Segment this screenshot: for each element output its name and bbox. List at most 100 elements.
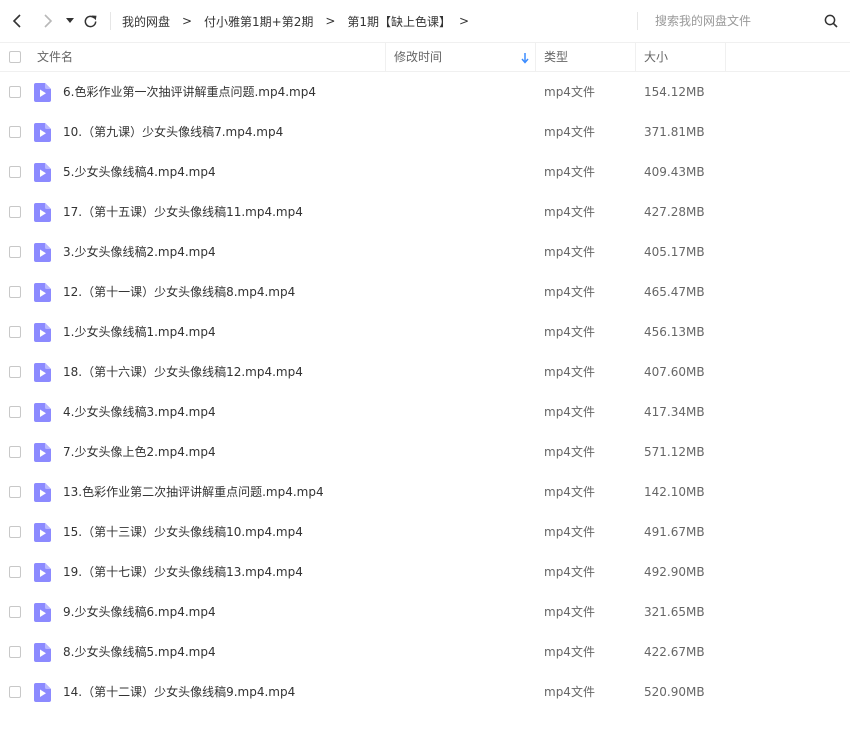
file-size: 409.43MB: [644, 165, 705, 179]
chevron-right-icon: [44, 14, 53, 28]
breadcrumb-item-current[interactable]: 第1期【缺上色课】: [347, 13, 451, 30]
file-checkbox[interactable]: [9, 326, 21, 338]
file-name[interactable]: 18.（第十六课）少女头像线稿12.mp4.mp4: [63, 352, 303, 392]
file-type: mp4文件: [544, 165, 595, 179]
file-checkbox[interactable]: [9, 566, 21, 578]
file-row[interactable]: 4.少女头像线稿3.mp4.mp4 mp4文件 417.34MB: [0, 392, 850, 432]
breadcrumb-item-root[interactable]: 我的网盘: [122, 13, 170, 30]
file-checkbox[interactable]: [9, 646, 21, 658]
file-browser-window: 我的网盘 > 付小雅第1期+第2期 > 第1期【缺上色课】 > 文件名 修改时间: [0, 0, 850, 749]
file-name[interactable]: 17.（第十五课）少女头像线稿11.mp4.mp4: [63, 192, 303, 232]
file-checkbox[interactable]: [9, 366, 21, 378]
file-name[interactable]: 1.少女头像线稿1.mp4.mp4: [63, 312, 216, 352]
file-size: 321.65MB: [644, 605, 705, 619]
file-size: 456.13MB: [644, 325, 705, 339]
file-name[interactable]: 14.（第十二课）少女头像线稿9.mp4.mp4: [63, 672, 295, 712]
file-size: 407.60MB: [644, 365, 705, 379]
file-name[interactable]: 10.（第九课）少女头像线稿7.mp4.mp4: [63, 112, 283, 152]
chevron-left-icon: [12, 14, 21, 28]
search-divider: [637, 12, 638, 30]
file-size: 491.67MB: [644, 525, 705, 539]
file-checkbox[interactable]: [9, 606, 21, 618]
breadcrumb-separator: >: [458, 14, 470, 28]
forward-button[interactable]: [37, 11, 57, 31]
file-name[interactable]: 15.（第十三课）少女头像线稿10.mp4.mp4: [63, 512, 303, 552]
file-checkbox[interactable]: [9, 446, 21, 458]
file-name[interactable]: 8.少女头像线稿5.mp4.mp4: [63, 632, 216, 672]
file-row[interactable]: 5.少女头像线稿4.mp4.mp4 mp4文件 409.43MB: [0, 152, 850, 192]
file-checkbox[interactable]: [9, 686, 21, 698]
column-header-name[interactable]: 文件名: [29, 43, 386, 71]
file-type: mp4文件: [544, 645, 595, 659]
file-type: mp4文件: [544, 245, 595, 259]
file-name[interactable]: 4.少女头像线稿3.mp4.mp4: [63, 392, 216, 432]
file-row[interactable]: 6.色彩作业第一次抽评讲解重点问题.mp4.mp4 mp4文件 154.12MB: [0, 72, 850, 112]
video-file-icon: [34, 283, 51, 302]
file-checkbox[interactable]: [9, 86, 21, 98]
breadcrumb-item-parent[interactable]: 付小雅第1期+第2期: [204, 13, 313, 30]
select-all-checkbox[interactable]: [9, 51, 21, 63]
file-type: mp4文件: [544, 85, 595, 99]
file-name[interactable]: 3.少女头像线稿2.mp4.mp4: [63, 232, 216, 272]
breadcrumb: 我的网盘 > 付小雅第1期+第2期 > 第1期【缺上色课】 >: [122, 0, 477, 42]
file-type: mp4文件: [544, 445, 595, 459]
history-dropdown-button[interactable]: [62, 11, 78, 31]
video-file-icon: [34, 363, 51, 382]
file-checkbox[interactable]: [9, 206, 21, 218]
video-file-icon: [34, 83, 51, 102]
file-row[interactable]: 1.少女头像线稿1.mp4.mp4 mp4文件 456.13MB: [0, 312, 850, 352]
search-button[interactable]: [822, 12, 840, 30]
video-file-icon: [34, 323, 51, 342]
file-name[interactable]: 12.（第十一课）少女头像线稿8.mp4.mp4: [63, 272, 295, 312]
refresh-button[interactable]: [80, 11, 100, 31]
file-row[interactable]: 13.色彩作业第二次抽评讲解重点问题.mp4.mp4 mp4文件 142.10M…: [0, 472, 850, 512]
search-input[interactable]: [648, 11, 815, 31]
file-checkbox[interactable]: [9, 486, 21, 498]
file-checkbox[interactable]: [9, 526, 21, 538]
file-type: mp4文件: [544, 405, 595, 419]
file-type: mp4文件: [544, 565, 595, 579]
column-header-modified[interactable]: 修改时间: [386, 43, 536, 71]
file-row[interactable]: 3.少女头像线稿2.mp4.mp4 mp4文件 405.17MB: [0, 232, 850, 272]
file-row[interactable]: 12.（第十一课）少女头像线稿8.mp4.mp4 mp4文件 465.47MB: [0, 272, 850, 312]
toolbar-divider: [110, 12, 111, 30]
file-checkbox[interactable]: [9, 166, 21, 178]
video-file-icon: [34, 163, 51, 182]
file-name[interactable]: 19.（第十七课）少女头像线稿13.mp4.mp4: [63, 552, 303, 592]
refresh-icon: [84, 15, 96, 27]
file-size: 405.17MB: [644, 245, 705, 259]
file-name[interactable]: 6.色彩作业第一次抽评讲解重点问题.mp4.mp4: [63, 72, 316, 112]
file-row[interactable]: 19.（第十七课）少女头像线稿13.mp4.mp4 mp4文件 492.90MB: [0, 552, 850, 592]
file-checkbox[interactable]: [9, 246, 21, 258]
file-row[interactable]: 15.（第十三课）少女头像线稿10.mp4.mp4 mp4文件 491.67MB: [0, 512, 850, 552]
file-checkbox[interactable]: [9, 406, 21, 418]
column-header-size[interactable]: 大小: [636, 43, 726, 71]
file-row[interactable]: 8.少女头像线稿5.mp4.mp4 mp4文件 422.67MB: [0, 632, 850, 672]
top-navigation-bar: 我的网盘 > 付小雅第1期+第2期 > 第1期【缺上色课】 >: [0, 0, 850, 42]
file-row[interactable]: 18.（第十六课）少女头像线稿12.mp4.mp4 mp4文件 407.60MB: [0, 352, 850, 392]
file-size: 520.90MB: [644, 685, 705, 699]
file-size: 142.10MB: [644, 485, 705, 499]
back-button[interactable]: [8, 11, 28, 31]
breadcrumb-separator: >: [181, 14, 193, 28]
file-name[interactable]: 9.少女头像线稿6.mp4.mp4: [63, 592, 216, 632]
search-icon: [824, 14, 838, 28]
file-name[interactable]: 7.少女头像上色2.mp4.mp4: [63, 432, 216, 472]
file-size: 371.81MB: [644, 125, 705, 139]
file-row[interactable]: 10.（第九课）少女头像线稿7.mp4.mp4 mp4文件 371.81MB: [0, 112, 850, 152]
file-name[interactable]: 13.色彩作业第二次抽评讲解重点问题.mp4.mp4: [63, 472, 324, 512]
file-checkbox[interactable]: [9, 126, 21, 138]
file-type: mp4文件: [544, 125, 595, 139]
video-file-icon: [34, 603, 51, 622]
file-size: 571.12MB: [644, 445, 705, 459]
file-row[interactable]: 14.（第十二课）少女头像线稿9.mp4.mp4 mp4文件 520.90MB: [0, 672, 850, 712]
file-row[interactable]: 7.少女头像上色2.mp4.mp4 mp4文件 571.12MB: [0, 432, 850, 472]
column-header-type[interactable]: 类型: [536, 43, 636, 71]
file-row[interactable]: 9.少女头像线稿6.mp4.mp4 mp4文件 321.65MB: [0, 592, 850, 632]
breadcrumb-separator: >: [325, 14, 336, 28]
file-name[interactable]: 5.少女头像线稿4.mp4.mp4: [63, 152, 216, 192]
file-checkbox[interactable]: [9, 286, 21, 298]
sort-down-arrow-icon: [521, 53, 529, 64]
file-row[interactable]: 17.（第十五课）少女头像线稿11.mp4.mp4 mp4文件 427.28MB: [0, 192, 850, 232]
video-file-icon: [34, 683, 51, 702]
